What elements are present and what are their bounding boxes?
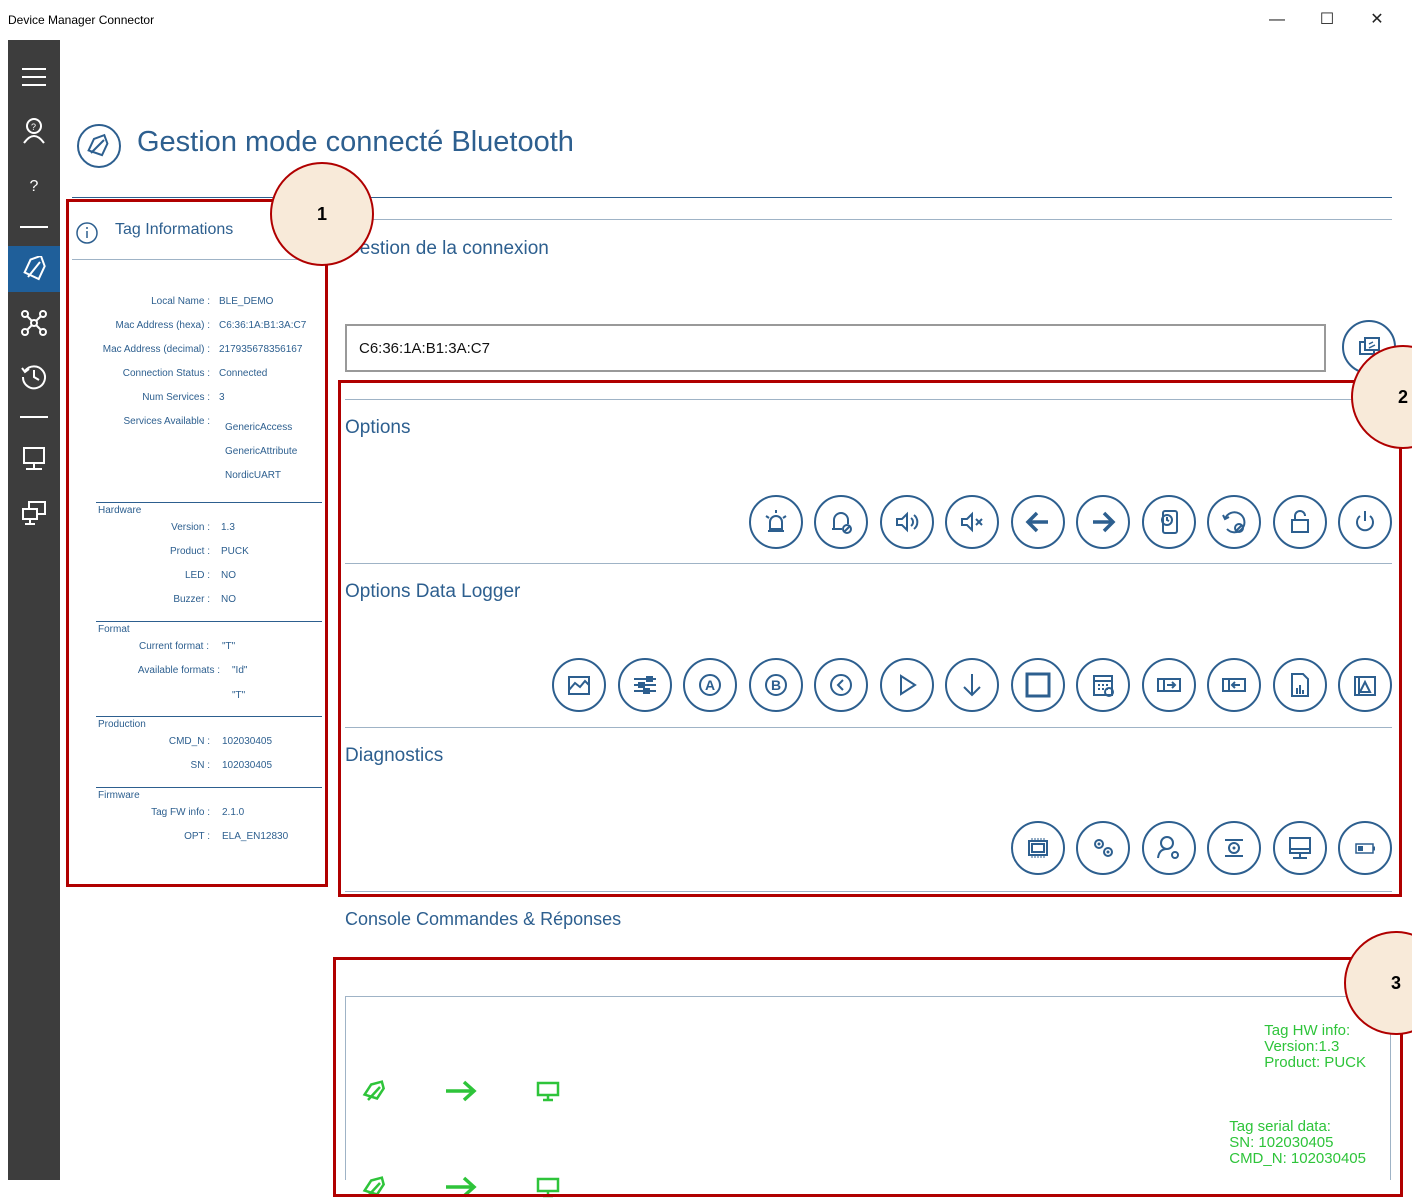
highlight-box-1 <box>66 199 328 887</box>
tag-circle-icon <box>77 124 121 168</box>
svg-text:?: ? <box>31 122 36 132</box>
connection-divider <box>340 219 1392 220</box>
hamburger-menu-button[interactable] <box>8 54 60 100</box>
network-icon <box>21 310 47 336</box>
close-button[interactable]: ✕ <box>1362 10 1392 30</box>
sidebar-item-help-user[interactable]: ? <box>8 108 60 154</box>
highlight-box-3 <box>333 957 1403 1197</box>
sidebar-item-bluetooth-tag[interactable] <box>8 246 60 292</box>
sidebar-separator <box>20 416 48 418</box>
remote-desktop-icon <box>22 501 46 525</box>
computer-icon <box>23 447 45 470</box>
question-icon: ? <box>29 178 39 195</box>
page-title: Gestion mode connecté Bluetooth <box>137 126 574 158</box>
sidebar-item-computer[interactable] <box>8 436 60 482</box>
title-divider <box>72 197 1392 198</box>
minimize-button[interactable]: — <box>1262 10 1292 30</box>
sidebar-item-network[interactable] <box>8 300 60 346</box>
tag-icon <box>23 256 46 281</box>
history-icon <box>21 365 46 390</box>
sidebar-separator <box>20 226 48 228</box>
window-title: Device Manager Connector <box>8 13 155 27</box>
callout-1: 1 <box>270 162 374 266</box>
sidebar-item-remote[interactable] <box>8 490 60 536</box>
user-help-icon: ? <box>23 118 45 144</box>
maximize-button[interactable]: ☐ <box>1312 10 1342 30</box>
sidebar-item-history[interactable] <box>8 354 60 400</box>
console-title: Console Commandes & Réponses <box>345 909 622 929</box>
title-bar: Device Manager Connector — ☐ ✕ <box>0 0 1412 40</box>
hamburger-icon <box>22 68 46 86</box>
mac-address-input[interactable] <box>345 324 1326 372</box>
sidebar: ? ? <box>8 40 60 1180</box>
connection-title: Gestion de la connexion <box>345 238 549 259</box>
highlight-box-2 <box>338 380 1402 897</box>
sidebar-item-about[interactable]: ? <box>8 164 60 210</box>
